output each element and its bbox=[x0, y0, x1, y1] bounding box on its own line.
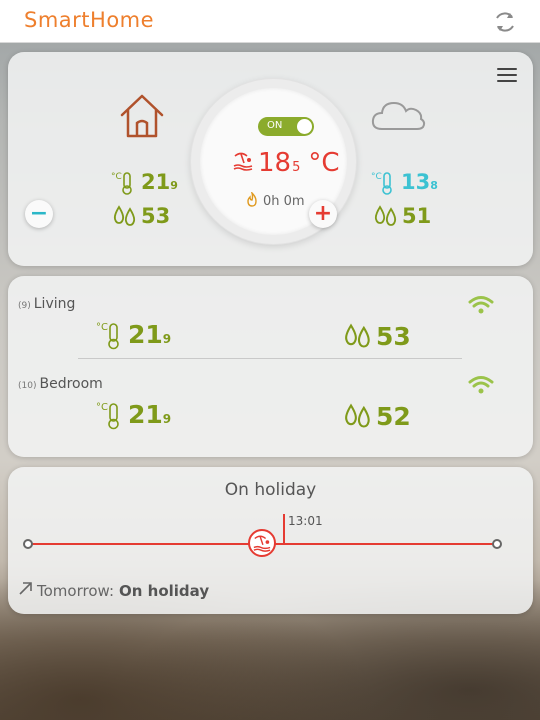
tomorrow-label: Tomorrow: bbox=[37, 581, 114, 600]
refresh-icon[interactable] bbox=[491, 8, 519, 36]
current-time-marker bbox=[283, 514, 285, 544]
indoor-humidity: 53 bbox=[113, 204, 170, 232]
power-toggle[interactable]: ON bbox=[258, 117, 314, 136]
room-title[interactable]: (10) Bedroom bbox=[18, 376, 103, 392]
timeline-start bbox=[23, 539, 33, 549]
droplets-icon bbox=[113, 204, 137, 232]
setpoint-unit: °C bbox=[308, 148, 340, 178]
indoor-temp-value: 21 bbox=[141, 170, 171, 194]
svg-text:°C: °C bbox=[371, 172, 382, 182]
room-humidity-value: 52 bbox=[376, 402, 411, 431]
current-time-label: 13:01 bbox=[288, 514, 323, 528]
room-humidity: 52 bbox=[344, 402, 411, 434]
thermostat-card: °C 21 9 53 °C 13 8 51 ON 18 5 °C 0h 0m −… bbox=[8, 52, 533, 266]
tomorrow-row: Tomorrow: On holiday bbox=[18, 581, 209, 600]
toggle-knob bbox=[297, 119, 312, 134]
svg-text:°C: °C bbox=[96, 322, 108, 333]
power-toggle-label: ON bbox=[267, 120, 283, 131]
room-title[interactable]: (9) Living bbox=[18, 296, 75, 312]
thermometer-icon: °C bbox=[371, 170, 397, 200]
app-title: SmartHome bbox=[24, 8, 155, 32]
house-icon bbox=[118, 92, 166, 144]
room-number: (10) bbox=[18, 381, 37, 391]
droplets-icon bbox=[344, 402, 372, 434]
room-temp-decimal: 9 bbox=[162, 332, 172, 346]
decrease-button[interactable]: − bbox=[25, 200, 53, 228]
schedule-title: On holiday bbox=[224, 480, 317, 500]
increase-button[interactable]: + bbox=[309, 200, 337, 228]
setpoint-decimal: 5 bbox=[292, 160, 301, 175]
outdoor-temp-decimal: 8 bbox=[430, 179, 438, 192]
outdoor-humidity-value: 51 bbox=[402, 204, 432, 228]
room-humidity-value: 53 bbox=[376, 322, 411, 351]
room-divider bbox=[78, 358, 462, 359]
svg-text:°C: °C bbox=[96, 402, 108, 413]
wifi-icon bbox=[468, 295, 494, 319]
outdoor-humidity: 51 bbox=[374, 204, 431, 232]
room-name: Bedroom bbox=[39, 376, 103, 392]
setpoint-value: 18 bbox=[258, 148, 292, 178]
indoor-temperature: °C 21 9 bbox=[111, 170, 178, 200]
timer-value: 0h 0m bbox=[263, 194, 305, 209]
room-temp-decimal: 9 bbox=[162, 412, 172, 426]
setpoint-display: 18 5 °C bbox=[232, 148, 340, 178]
thermometer-icon: °C bbox=[96, 400, 124, 434]
flame-icon bbox=[246, 190, 258, 211]
thermometer-icon: °C bbox=[96, 320, 124, 354]
room-temp-value: 21 bbox=[128, 400, 163, 429]
droplets-icon bbox=[374, 204, 398, 232]
arrow-up-right-icon bbox=[18, 581, 33, 600]
room-humidity: 53 bbox=[344, 322, 411, 354]
droplets-icon bbox=[344, 322, 372, 354]
room-temperature: °C 21 9 bbox=[96, 400, 171, 434]
top-bar: SmartHome bbox=[0, 0, 540, 43]
svg-text:°C: °C bbox=[111, 172, 122, 182]
thermometer-icon: °C bbox=[111, 170, 137, 200]
menu-icon[interactable] bbox=[497, 68, 517, 84]
schedule-card: On holiday 13:01 Tomorrow: On holiday bbox=[8, 467, 533, 614]
timeline-end bbox=[492, 539, 502, 549]
holiday-icon[interactable] bbox=[248, 529, 276, 557]
cloud-icon bbox=[370, 98, 426, 136]
outdoor-temp-value: 13 bbox=[401, 170, 431, 194]
room-number: (9) bbox=[18, 301, 31, 311]
tomorrow-mode: On holiday bbox=[119, 581, 210, 600]
room-name: Living bbox=[33, 296, 76, 312]
room-temperature: °C 21 9 bbox=[96, 320, 171, 354]
heating-timer: 0h 0m bbox=[246, 190, 305, 211]
indoor-humidity-value: 53 bbox=[141, 204, 171, 228]
room-temp-value: 21 bbox=[128, 320, 163, 349]
indoor-temp-decimal: 9 bbox=[170, 179, 178, 192]
wifi-icon bbox=[468, 375, 494, 399]
outdoor-temperature: °C 13 8 bbox=[371, 170, 438, 200]
rooms-card: (9) Living °C 21 9 53 (10) Bedroom °C 21… bbox=[8, 276, 533, 457]
holiday-icon bbox=[232, 151, 254, 175]
